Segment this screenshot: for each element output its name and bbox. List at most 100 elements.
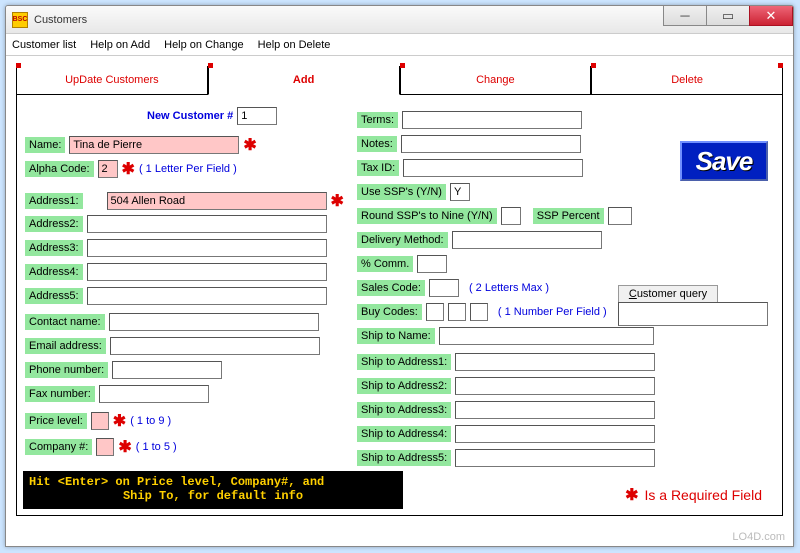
name-input[interactable]	[69, 136, 239, 154]
notes-input[interactable]	[401, 135, 581, 153]
address5-input[interactable]	[87, 287, 327, 305]
maximize-button[interactable]: ▭	[706, 6, 750, 26]
delivery-input[interactable]	[452, 231, 602, 249]
taxid-label: Tax ID:	[357, 160, 399, 176]
close-button[interactable]: ✕	[749, 6, 793, 26]
sales-code-input[interactable]	[429, 279, 459, 297]
customer-query-label: CCustomer queryustomer query	[618, 285, 718, 302]
address3-label: Address3:	[25, 240, 83, 256]
address4-input[interactable]	[87, 263, 327, 281]
ship-addr1-input[interactable]	[455, 353, 655, 371]
sales-code-label: Sales Code:	[357, 280, 425, 296]
ship-name-input[interactable]	[439, 327, 654, 345]
address2-label: Address2:	[25, 216, 83, 232]
ship-addr4-label: Ship to Address4:	[357, 426, 451, 442]
minimize-button[interactable]: ─	[663, 6, 707, 26]
tab-content-add: New Customer # Name: ✱ Alpha Code: ✱ ( 1…	[17, 95, 782, 515]
address3-input[interactable]	[87, 239, 327, 257]
ship-addr2-input[interactable]	[455, 377, 655, 395]
ssp-percent-input[interactable]	[608, 207, 632, 225]
required-note: ✱ Is a Required Field	[625, 485, 762, 505]
round-ssp-label: Round SSP's to Nine (Y/N)	[357, 208, 497, 224]
notes-label: Notes:	[357, 136, 397, 152]
main-canvas: UpDate Customers Add Change Delete New C…	[6, 56, 793, 544]
ship-addr2-label: Ship to Address2:	[357, 378, 451, 394]
new-customer-label: New Customer #	[147, 110, 233, 122]
alpha-code-input[interactable]	[98, 160, 118, 178]
ship-addr3-input[interactable]	[455, 401, 655, 419]
ship-addr5-input[interactable]	[455, 449, 655, 467]
delivery-label: Delivery Method:	[357, 232, 448, 248]
ship-addr4-input[interactable]	[455, 425, 655, 443]
company-input[interactable]	[96, 438, 114, 456]
save-button[interactable]: Save	[680, 141, 768, 181]
fax-label: Fax number:	[25, 386, 95, 402]
hint-line2: Ship To, for default info	[29, 489, 397, 503]
company-hint: ( 1 to 5 )	[136, 441, 177, 453]
price-level-label: Price level:	[25, 413, 87, 429]
hint-line1: Hit <Enter> on Price level, Company#, an…	[29, 475, 397, 489]
terms-input[interactable]	[402, 111, 582, 129]
fax-input[interactable]	[99, 385, 209, 403]
address1-input[interactable]	[107, 192, 327, 210]
window-title: Customers	[34, 14, 87, 26]
menu-customer-list[interactable]: Customer list	[12, 39, 76, 51]
name-label: Name:	[25, 137, 65, 153]
app-icon: BSC	[12, 12, 28, 28]
company-label: Company #:	[25, 439, 92, 455]
use-ssp-label: Use SSP's (Y/N)	[357, 184, 446, 200]
menubar: Customer list Help on Add Help on Change…	[6, 34, 793, 56]
phone-input[interactable]	[112, 361, 222, 379]
tab-delete[interactable]: Delete	[591, 66, 782, 95]
alpha-code-label: Alpha Code:	[25, 161, 94, 177]
menu-help-change[interactable]: Help on Change	[164, 39, 244, 51]
buy-code-1-input[interactable]	[426, 303, 444, 321]
buy-code-2-input[interactable]	[448, 303, 466, 321]
address5-label: Address5:	[25, 288, 83, 304]
comm-input[interactable]	[417, 255, 447, 273]
required-icon: ✱	[122, 159, 135, 179]
ship-addr3-label: Ship to Address3:	[357, 402, 451, 418]
ship-addr1-label: Ship to Address1:	[357, 354, 451, 370]
buy-codes-label: Buy Codes:	[357, 304, 422, 320]
taxid-input[interactable]	[403, 159, 583, 177]
price-hint: ( 1 to 9 )	[130, 415, 171, 427]
address2-input[interactable]	[87, 215, 327, 233]
address1-label: Address1:	[25, 193, 83, 209]
customers-window: BSC Customers ─ ▭ ✕ Customer list Help o…	[5, 5, 794, 547]
price-level-input[interactable]	[91, 412, 109, 430]
required-icon: ✱	[331, 191, 344, 211]
ship-addr5-label: Ship to Address5:	[357, 450, 451, 466]
hint-box: Hit <Enter> on Price level, Company#, an…	[23, 471, 403, 509]
ssp-percent-label: SSP Percent	[533, 208, 604, 224]
watermark: LO4D.com	[732, 531, 785, 543]
sales-hint: ( 2 Letters Max )	[469, 282, 549, 294]
tab-update[interactable]: UpDate Customers	[17, 66, 208, 95]
customer-query-group: CCustomer queryustomer query	[618, 285, 768, 326]
buy-code-3-input[interactable]	[470, 303, 488, 321]
required-icon: ✱	[625, 485, 638, 505]
tab-bar: UpDate Customers Add Change Delete	[17, 67, 782, 95]
ship-name-label: Ship to Name:	[357, 328, 435, 344]
required-icon: ✱	[243, 135, 256, 155]
new-customer-input[interactable]	[237, 107, 277, 125]
phone-label: Phone number:	[25, 362, 108, 378]
round-ssp-input[interactable]	[501, 207, 521, 225]
menu-help-delete[interactable]: Help on Delete	[258, 39, 331, 51]
use-ssp-input[interactable]	[450, 183, 470, 201]
tab-add[interactable]: Add	[208, 66, 400, 95]
contact-input[interactable]	[109, 313, 319, 331]
tab-change[interactable]: Change	[400, 66, 592, 95]
customer-query-input[interactable]	[618, 302, 768, 326]
terms-label: Terms:	[357, 112, 398, 128]
alpha-hint: ( 1 Letter Per Field )	[139, 163, 237, 175]
contact-label: Contact name:	[25, 314, 105, 330]
titlebar[interactable]: BSC Customers ─ ▭ ✕	[6, 6, 793, 34]
required-icon: ✱	[118, 437, 131, 457]
address4-label: Address4:	[25, 264, 83, 280]
required-icon: ✱	[113, 411, 126, 431]
save-label: Save	[696, 146, 753, 177]
email-input[interactable]	[110, 337, 320, 355]
menu-help-add[interactable]: Help on Add	[90, 39, 150, 51]
email-label: Email address:	[25, 338, 106, 354]
